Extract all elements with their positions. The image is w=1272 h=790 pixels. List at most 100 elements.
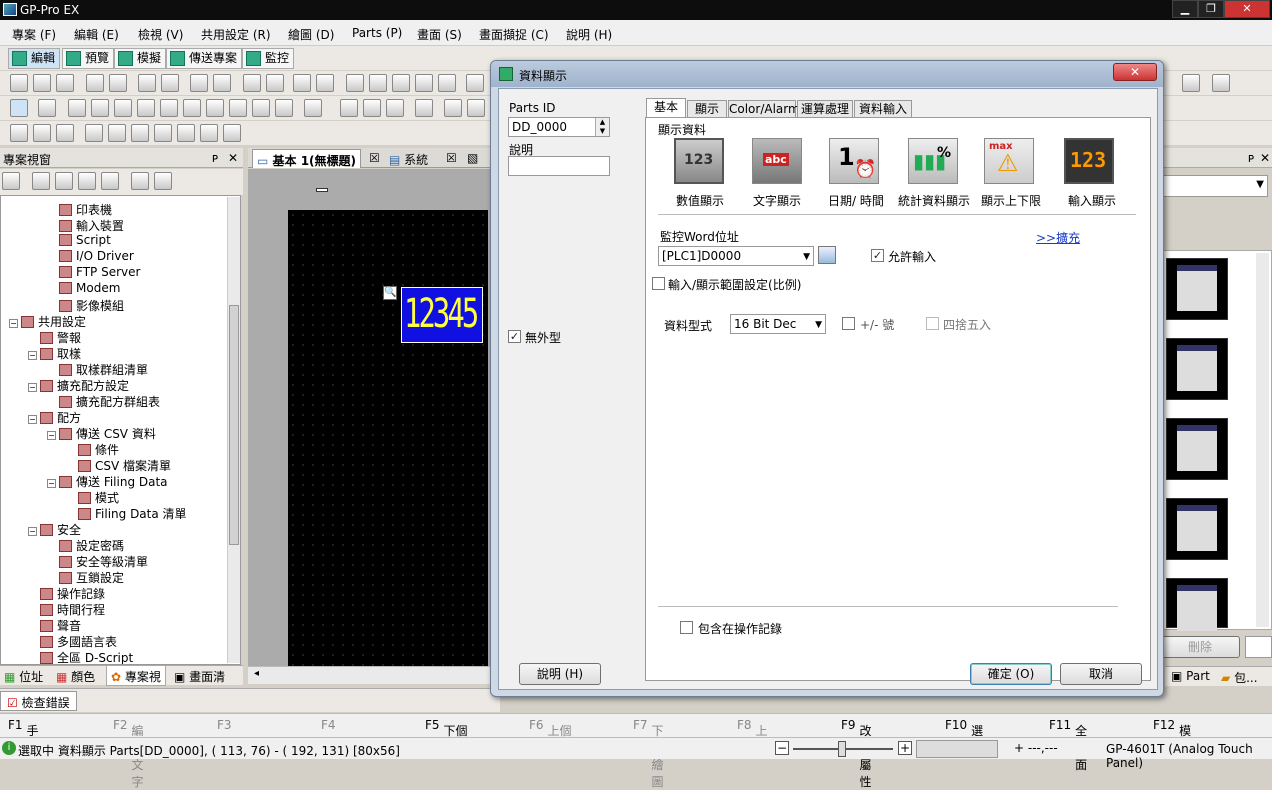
- tree-item[interactable]: 模式: [78, 489, 119, 505]
- data-type-select[interactable]: 16 Bit Dec ▼: [730, 314, 826, 334]
- tree-expand-icon[interactable]: −: [28, 415, 37, 424]
- tree-expand-icon[interactable]: −: [28, 527, 37, 536]
- polygon-icon[interactable]: [160, 99, 178, 117]
- close-button[interactable]: ✕: [1224, 0, 1270, 18]
- tree-item[interactable]: − 擴充配方設定: [28, 377, 129, 393]
- address-input-icon[interactable]: [818, 246, 836, 264]
- function-key-f2[interactable]: F2編輯文字: [113, 718, 144, 789]
- tree-copy-icon[interactable]: [55, 172, 73, 190]
- redo-icon[interactable]: [316, 74, 334, 92]
- parts-id-field[interactable]: DD_0000 ▲ ▼: [508, 117, 610, 137]
- ok-button[interactable]: 確定 (O): [970, 663, 1052, 685]
- move2-icon[interactable]: [223, 124, 241, 142]
- capture-icon[interactable]: [161, 74, 179, 92]
- sign-checkbox[interactable]: [842, 317, 855, 330]
- tab-parts[interactable]: ▣ Part: [1171, 669, 1210, 683]
- tab-close-icon[interactable]: ☒: [369, 151, 380, 165]
- distribute2-icon[interactable]: [108, 124, 126, 142]
- tree-item[interactable]: 安全等級清單: [59, 553, 148, 569]
- tree-item[interactable]: 多國語言表: [40, 633, 117, 649]
- tab-operation[interactable]: 運算處理: [797, 100, 853, 118]
- panel-close-icon[interactable]: ✕: [228, 151, 238, 165]
- group-icon[interactable]: [56, 124, 74, 142]
- pin-icon[interactable]: ᴘ: [1248, 151, 1254, 165]
- rotate-icon[interactable]: [131, 124, 149, 142]
- menu-item-help[interactable]: 說明 (H): [566, 26, 612, 43]
- paste-icon[interactable]: [138, 74, 156, 92]
- tree-item[interactable]: 警報: [40, 329, 81, 345]
- part-thumbnail[interactable]: [1166, 338, 1228, 400]
- tree-item[interactable]: 條件: [78, 441, 119, 457]
- scale-icon[interactable]: [229, 99, 247, 117]
- tab-system[interactable]: ▤ 系統: [389, 151, 428, 168]
- image-icon[interactable]: [252, 99, 270, 117]
- display-icon[interactable]: [1182, 74, 1200, 92]
- right-panel-field[interactable]: [1245, 636, 1272, 658]
- tree-item[interactable]: 擴充配方群組表: [59, 393, 160, 409]
- menu-item-view[interactable]: 檢視 (V): [138, 26, 183, 43]
- tab-package[interactable]: ▰ 包...: [1221, 669, 1258, 686]
- gallery-scrollbar[interactable]: [1256, 253, 1269, 627]
- tree-properties-icon[interactable]: [154, 172, 172, 190]
- open-screen-icon[interactable]: [213, 74, 231, 92]
- mode-preview-button[interactable]: 預覽: [62, 48, 115, 69]
- flip-icon[interactable]: [154, 124, 172, 142]
- preview-print-icon[interactable]: [109, 74, 127, 92]
- tree-item[interactable]: 影像模組: [59, 297, 124, 313]
- print-icon[interactable]: [86, 74, 104, 92]
- limit-display-icon[interactable]: max ⚠: [984, 138, 1034, 184]
- dialog-close-button[interactable]: ✕: [1113, 63, 1157, 81]
- tab-screen-list[interactable]: ▣ 畫面清: [174, 668, 225, 685]
- tree-expand-icon[interactable]: −: [28, 383, 37, 392]
- parts-id-spinner[interactable]: ▲ ▼: [595, 118, 609, 136]
- tab-close-icon[interactable]: ☒: [446, 151, 457, 165]
- zoom-out-icon[interactable]: −: [775, 741, 789, 755]
- scroll-left-icon[interactable]: ◂: [254, 668, 259, 679]
- tree-expand-icon[interactable]: −: [9, 319, 18, 328]
- tree-doc-icon[interactable]: [131, 172, 149, 190]
- text-icon[interactable]: [38, 99, 56, 117]
- panel-close-icon[interactable]: ✕: [1260, 151, 1270, 165]
- help-button[interactable]: 說明 (H): [519, 663, 601, 685]
- zoom-slider-thumb[interactable]: [838, 741, 846, 757]
- tree-paste-icon[interactable]: [78, 172, 96, 190]
- tab-address[interactable]: ▦ 位址: [4, 668, 43, 685]
- tree-edit-icon[interactable]: [32, 172, 50, 190]
- part-thumbnail[interactable]: [1166, 258, 1228, 320]
- part-thumbnail[interactable]: [1166, 418, 1228, 480]
- tree-item[interactable]: − 傳送 CSV 資料: [47, 425, 156, 441]
- marker-icon[interactable]: [1212, 74, 1230, 92]
- new-screen-icon[interactable]: [190, 74, 208, 92]
- tree-item[interactable]: 輸入裝置: [59, 217, 124, 233]
- tree-item[interactable]: Modem: [59, 281, 120, 297]
- tree-item[interactable]: − 配方: [28, 409, 81, 425]
- tree-item[interactable]: 聲音: [40, 617, 81, 633]
- rectangle-icon[interactable]: [137, 99, 155, 117]
- ellipse-icon[interactable]: [183, 99, 201, 117]
- tab-basic[interactable]: 基本: [646, 98, 686, 118]
- dot-icon[interactable]: [68, 99, 86, 117]
- zoom-field[interactable]: [916, 740, 998, 758]
- copy-icon[interactable]: [369, 74, 387, 92]
- function-key-f10[interactable]: F10選單: [945, 718, 983, 755]
- tree-item[interactable]: − 傳送 Filing Data: [47, 473, 168, 489]
- tree-expand-icon[interactable]: −: [28, 351, 37, 360]
- tree-delete-icon[interactable]: [101, 172, 119, 190]
- message-icon[interactable]: [386, 99, 404, 117]
- tree-item[interactable]: FTP Server: [59, 265, 140, 281]
- polyline-icon[interactable]: [114, 99, 132, 117]
- tree-item[interactable]: 印表機: [59, 201, 112, 217]
- tree-item[interactable]: 操作記錄: [40, 585, 105, 601]
- function-key-f6[interactable]: F6上個 Parts: [529, 718, 578, 753]
- flip2-icon[interactable]: [177, 124, 195, 142]
- function-key-f11[interactable]: F11全畫面: [1049, 718, 1087, 772]
- tree-item[interactable]: Script: [59, 233, 111, 249]
- mode-simulate-button[interactable]: 模擬: [114, 48, 167, 69]
- function-key-f8[interactable]: F8上個: [737, 718, 768, 755]
- tree-item[interactable]: 取樣群組清單: [59, 361, 148, 377]
- function-key-f9[interactable]: F9改變屬性: [841, 718, 872, 789]
- right-panel-select[interactable]: ▼: [1160, 175, 1268, 197]
- pin-icon[interactable]: ᴘ: [212, 151, 218, 165]
- text-display-icon[interactable]: abc: [752, 138, 802, 184]
- tree-item[interactable]: 互鎖設定: [59, 569, 124, 585]
